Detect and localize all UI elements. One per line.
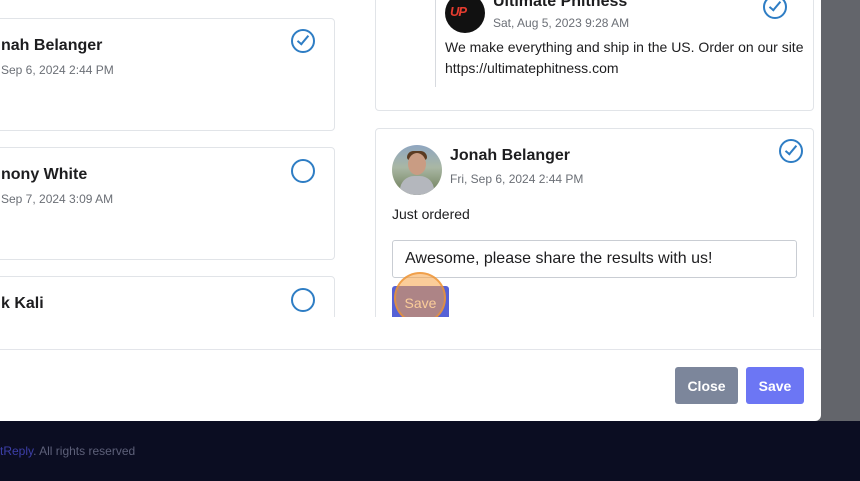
comment-author: nah Belanger [1, 37, 103, 54]
brand-logo-text: UP [450, 4, 467, 19]
reply-date: Sat, Aug 5, 2023 9:28 AM [493, 16, 630, 30]
user-avatar [392, 145, 442, 195]
checkmark-icon [768, 0, 782, 12]
brand-avatar: UP [445, 0, 485, 33]
reply-card: UP Ultimate Phitness Sat, Aug 5, 2023 9:… [375, 0, 814, 111]
reply-input[interactable] [392, 240, 797, 278]
footer-rights-text: . All rights reserved [33, 444, 136, 458]
comment-date: Sep 6, 2024 2:44 PM [1, 63, 114, 77]
comment-thread: UP Ultimate Phitness Sat, Aug 5, 2023 9:… [360, 0, 821, 317]
select-check-icon[interactable] [291, 29, 315, 53]
save-reply-button[interactable]: Save [392, 286, 449, 317]
comment-author: k Kali [1, 295, 44, 312]
save-button[interactable]: Save [746, 367, 804, 404]
avatar-head [408, 153, 426, 175]
comment-date: Fri, Sep 6, 2024 2:44 PM [450, 172, 584, 186]
comment-list: nah Belanger Sep 6, 2024 2:44 PM nony Wh… [0, 0, 345, 317]
comment-text: Just ordered [392, 206, 470, 222]
select-circle-icon[interactable] [291, 288, 315, 312]
comment-list-item[interactable]: k Kali [0, 276, 335, 317]
checkmark-icon [784, 142, 798, 156]
comment-author: nony White [1, 166, 88, 183]
comment-card: Jonah Belanger Fri, Sep 6, 2024 2:44 PM … [375, 128, 814, 317]
footer-copyright: tReply. All rights reserved [0, 444, 135, 458]
comment-list-item[interactable]: nah Belanger Sep 6, 2024 2:44 PM [0, 18, 335, 131]
comment-author: Jonah Belanger [450, 147, 571, 164]
footer-brand-link[interactable]: tReply [0, 444, 33, 458]
reply-author: Ultimate Phitness [493, 0, 628, 10]
select-circle-icon[interactable] [291, 159, 315, 183]
modal-footer-divider [0, 349, 821, 350]
comments-modal: nah Belanger Sep 6, 2024 2:44 PM nony Wh… [0, 0, 821, 421]
thread-line [435, 0, 436, 87]
comment-list-item[interactable]: nony White Sep 7, 2024 3:09 AM [0, 147, 335, 260]
close-button[interactable]: Close [675, 367, 738, 404]
reply-text: We make everything and ship in the US. O… [445, 39, 804, 76]
select-check-icon[interactable] [779, 139, 803, 163]
select-check-icon[interactable] [763, 0, 787, 19]
comment-date: Sep 7, 2024 3:09 AM [1, 192, 114, 206]
avatar-body [400, 176, 434, 195]
checkmark-icon [296, 32, 310, 46]
